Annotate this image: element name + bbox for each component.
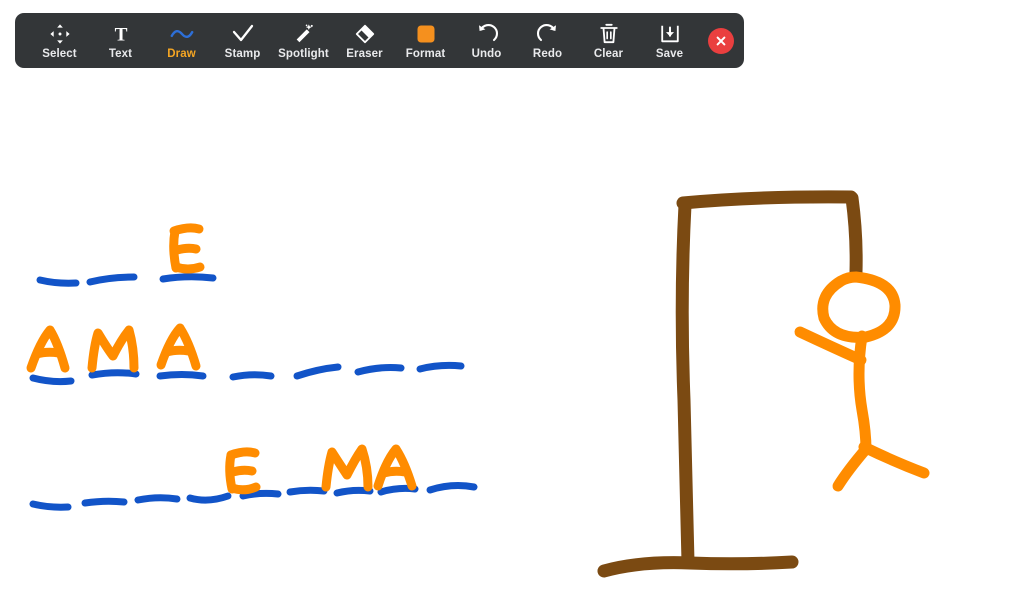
tool-spotlight[interactable]: Spotlight	[273, 15, 334, 67]
blank-slot	[81, 497, 128, 507]
gallows	[597, 190, 863, 578]
blank-slot	[36, 276, 80, 287]
puzzle-row-3	[29, 444, 478, 511]
undo-arrow-icon	[475, 21, 499, 47]
letter-A	[26, 325, 70, 373]
blank-slot	[86, 273, 138, 286]
tool-eraser-label: Eraser	[346, 47, 383, 60]
tool-clear-label: Clear	[593, 47, 624, 60]
blank-slot	[29, 500, 72, 511]
blank-slot	[134, 494, 181, 504]
figure-body	[853, 330, 872, 456]
tool-text[interactable]: T Text	[90, 15, 151, 67]
figure-leg-left	[832, 443, 872, 492]
squiggle-line-icon	[169, 21, 195, 47]
figure-head	[817, 271, 901, 343]
tool-select-label: Select	[42, 47, 77, 60]
puzzle-row-1	[36, 223, 217, 287]
letter-A	[373, 444, 417, 491]
text-t-icon: T	[110, 21, 132, 47]
redo-arrow-icon	[536, 21, 560, 47]
blank-slot	[156, 371, 207, 380]
annotation-toolbar[interactable]: Select T Text Draw Stamp Spotlight Erase…	[15, 13, 744, 68]
figure-leg-right	[858, 441, 930, 479]
color-swatch-icon	[414, 21, 438, 47]
blank-slot	[426, 482, 478, 494]
puzzle-row-2	[26, 323, 465, 386]
blank-slot	[229, 371, 275, 381]
move-arrows-icon	[49, 21, 71, 47]
close-x-icon	[714, 34, 728, 48]
svg-text:T: T	[114, 24, 127, 45]
blank-slot	[186, 492, 232, 504]
tool-stamp-label: Stamp	[224, 47, 261, 60]
trash-can-icon	[598, 21, 620, 47]
whiteboard-canvas[interactable]	[0, 0, 1024, 597]
magic-wand-icon	[293, 21, 315, 47]
blank-slot	[159, 273, 217, 283]
tool-save[interactable]: Save	[639, 15, 700, 67]
letter-A	[156, 323, 201, 371]
tool-text-label: Text	[108, 47, 133, 60]
blank-slot	[354, 364, 405, 376]
tool-spotlight-label: Spotlight	[278, 47, 329, 60]
tool-stamp[interactable]: Stamp	[212, 15, 273, 67]
blank-slot	[416, 361, 465, 373]
checkmark-icon	[231, 21, 255, 47]
gallows-base	[597, 555, 799, 578]
tool-clear[interactable]: Clear	[578, 15, 639, 67]
blank-slot	[293, 363, 342, 380]
blank-slot	[286, 486, 328, 496]
tool-draw[interactable]: Draw	[151, 15, 212, 67]
tool-eraser[interactable]: Eraser	[334, 15, 395, 67]
tool-draw-label: Draw	[167, 47, 196, 60]
tool-redo[interactable]: Redo	[517, 15, 578, 67]
save-download-icon	[659, 21, 681, 47]
gallows-rope-stub	[845, 191, 863, 279]
letter-M	[87, 325, 139, 373]
tool-select[interactable]: Select	[29, 15, 90, 67]
drawing-surface	[26, 190, 930, 578]
tool-redo-label: Redo	[532, 47, 563, 60]
letter-E	[169, 223, 205, 274]
tool-format[interactable]: Format	[395, 15, 456, 67]
eraser-icon	[353, 21, 377, 47]
blank-slot	[88, 369, 140, 379]
tool-undo[interactable]: Undo	[456, 15, 517, 67]
tool-save-label: Save	[655, 47, 684, 60]
blank-slot	[333, 486, 374, 497]
blank-slot	[29, 374, 75, 386]
stick-figure	[794, 271, 930, 492]
tool-undo-label: Undo	[471, 47, 502, 60]
letter-M	[321, 444, 373, 492]
letter-E	[225, 447, 261, 495]
tool-format-label: Format	[405, 47, 446, 60]
gallows-vertical-post	[675, 198, 695, 569]
close-button[interactable]	[708, 27, 734, 54]
gallows-top-beam	[676, 190, 858, 210]
